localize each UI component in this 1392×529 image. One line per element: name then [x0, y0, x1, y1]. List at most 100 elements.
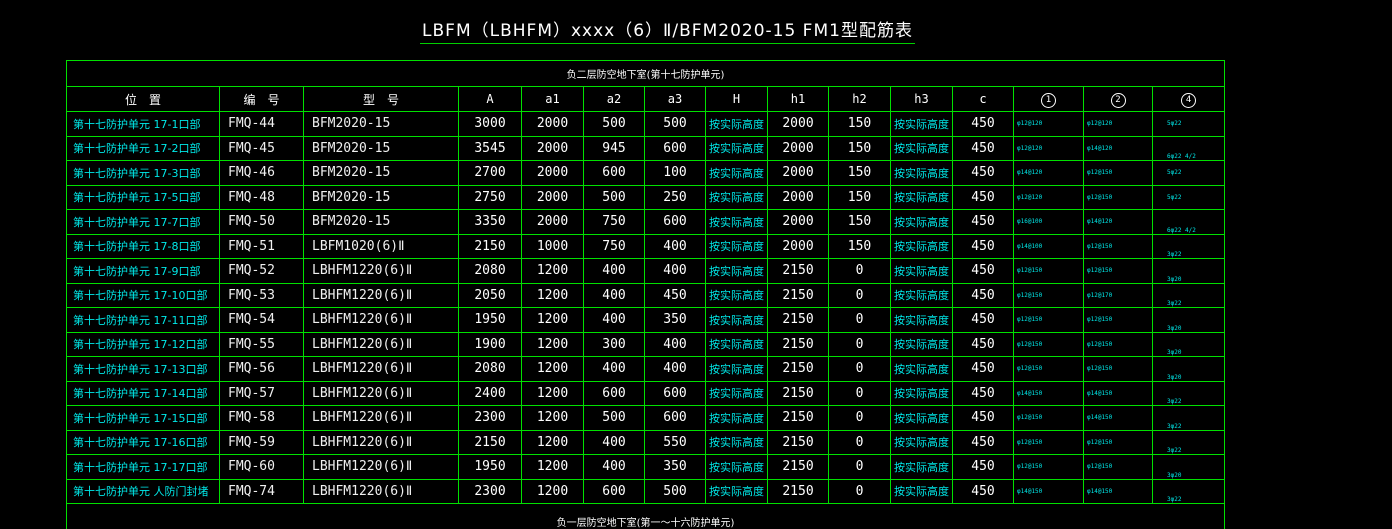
code-cell: FMQ-54 — [220, 308, 304, 333]
h1-cell: 2150 — [768, 455, 829, 480]
a3-cell: 250 — [645, 185, 706, 210]
rebar-2-cell: φ12@150 — [1084, 308, 1153, 333]
rebar-2-cell: φ12@150 — [1084, 455, 1153, 480]
rebar-2-cell: φ12@150 — [1084, 234, 1153, 259]
a-cell: 3350 — [459, 210, 522, 235]
position-cell: 第十七防护单元 17-16口部 — [67, 430, 220, 455]
rebar-4-cell: 3φ22 — [1153, 406, 1225, 431]
section-header-bottom: 负一层防空地下室(第一～十六防护单元) — [67, 504, 1225, 529]
h1-cell: 2000 — [768, 185, 829, 210]
code-cell: FMQ-46 — [220, 161, 304, 186]
table-row: 第十七防护单元 17-14口部FMQ-57LBHFM1220(6)Ⅱ240012… — [67, 381, 1225, 406]
rebar-4-cell: 3φ20 — [1153, 308, 1225, 333]
table-row: 第十七防护单元 17-13口部FMQ-56LBHFM1220(6)Ⅱ208012… — [67, 357, 1225, 382]
h-cell: 按实际高度 — [706, 234, 768, 259]
a-cell: 2150 — [459, 430, 522, 455]
a2-cell: 600 — [584, 161, 645, 186]
h3-cell: 按实际高度 — [891, 136, 953, 161]
table-row: 第十七防护单元 17-12口部FMQ-55LBHFM1220(6)Ⅱ190012… — [67, 332, 1225, 357]
a2-cell: 750 — [584, 234, 645, 259]
c-cell: 450 — [953, 357, 1014, 382]
header-a2: a2 — [584, 87, 645, 112]
h2-cell: 150 — [829, 234, 891, 259]
rebar-2-cell: φ14@120 — [1084, 136, 1153, 161]
position-cell: 第十七防护单元 17-5口部 — [67, 185, 220, 210]
a3-cell: 500 — [645, 112, 706, 137]
c-cell: 450 — [953, 455, 1014, 480]
a1-cell: 1200 — [522, 259, 584, 284]
c-cell: 450 — [953, 332, 1014, 357]
c-cell: 450 — [953, 406, 1014, 431]
a2-cell: 600 — [584, 479, 645, 504]
a1-cell: 2000 — [522, 136, 584, 161]
code-cell: FMQ-60 — [220, 455, 304, 480]
h1-cell: 2150 — [768, 430, 829, 455]
h3-cell: 按实际高度 — [891, 161, 953, 186]
a3-cell: 600 — [645, 136, 706, 161]
h2-cell: 0 — [829, 283, 891, 308]
a1-cell: 2000 — [522, 112, 584, 137]
rebar-2-cell: φ12@150 — [1084, 259, 1153, 284]
model-cell: LBHFM1220(6)Ⅱ — [304, 332, 459, 357]
code-cell: FMQ-50 — [220, 210, 304, 235]
rebar-1-cell: φ12@150 — [1014, 259, 1084, 284]
code-cell: FMQ-58 — [220, 406, 304, 431]
h3-cell: 按实际高度 — [891, 185, 953, 210]
rebar-schedule-table: 负二层防空地下室(第十七防护单元) 位 置 编 号 型 号 A a1 a2 a3… — [66, 60, 1225, 529]
h-cell: 按实际高度 — [706, 332, 768, 357]
h3-cell: 按实际高度 — [891, 332, 953, 357]
table-row: 第十七防护单元 17-3口部FMQ-46BFM2020-152700200060… — [67, 161, 1225, 186]
rebar-2-cell: φ12@170 — [1084, 283, 1153, 308]
h3-cell: 按实际高度 — [891, 308, 953, 333]
h1-cell: 2000 — [768, 136, 829, 161]
model-cell: BFM2020-15 — [304, 210, 459, 235]
code-cell: FMQ-55 — [220, 332, 304, 357]
model-cell: LBHFM1220(6)Ⅱ — [304, 308, 459, 333]
rebar-2-cell: φ12@150 — [1084, 357, 1153, 382]
column-header-row: 位 置 编 号 型 号 A a1 a2 a3 H h1 h2 h3 c 1 2 … — [67, 87, 1225, 112]
header-a1: a1 — [522, 87, 584, 112]
h2-cell: 0 — [829, 357, 891, 382]
c-cell: 450 — [953, 479, 1014, 504]
position-cell: 第十七防护单元 17-17口部 — [67, 455, 220, 480]
a3-cell: 600 — [645, 406, 706, 431]
model-cell: LBFM1020(6)Ⅱ — [304, 234, 459, 259]
h1-cell: 2150 — [768, 259, 829, 284]
a1-cell: 1200 — [522, 430, 584, 455]
rebar-2-cell: φ14@150 — [1084, 479, 1153, 504]
h1-cell: 2000 — [768, 210, 829, 235]
model-cell: LBHFM1220(6)Ⅱ — [304, 283, 459, 308]
a2-cell: 750 — [584, 210, 645, 235]
table-row: 第十七防护单元 17-11口部FMQ-54LBHFM1220(6)Ⅱ195012… — [67, 308, 1225, 333]
a1-cell: 1200 — [522, 332, 584, 357]
h-cell: 按实际高度 — [706, 308, 768, 333]
h-cell: 按实际高度 — [706, 381, 768, 406]
code-cell: FMQ-59 — [220, 430, 304, 455]
a3-cell: 400 — [645, 234, 706, 259]
h1-cell: 2150 — [768, 406, 829, 431]
position-cell: 第十七防护单元 17-8口部 — [67, 234, 220, 259]
table-row: 第十七防护单元 17-10口部FMQ-53LBHFM1220(6)Ⅱ205012… — [67, 283, 1225, 308]
h3-cell: 按实际高度 — [891, 479, 953, 504]
header-c: c — [953, 87, 1014, 112]
a3-cell: 400 — [645, 332, 706, 357]
header-H: H — [706, 87, 768, 112]
h1-cell: 2000 — [768, 161, 829, 186]
rebar-1-cell: φ12@120 — [1014, 185, 1084, 210]
h-cell: 按实际高度 — [706, 259, 768, 284]
a3-cell: 350 — [645, 308, 706, 333]
rebar-4-cell: 3φ22 — [1153, 479, 1225, 504]
table-row: 第十七防护单元 17-17口部FMQ-60LBHFM1220(6)Ⅱ195012… — [67, 455, 1225, 480]
code-cell: FMQ-57 — [220, 381, 304, 406]
position-cell: 第十七防护单元 17-12口部 — [67, 332, 220, 357]
h3-cell: 按实际高度 — [891, 357, 953, 382]
rebar-4-cell: 3φ22 — [1153, 381, 1225, 406]
h2-cell: 0 — [829, 259, 891, 284]
rebar-4-cell: 5φ22 — [1153, 112, 1225, 137]
table-row: 第十七防护单元 17-1口部FMQ-44BFM2020-153000200050… — [67, 112, 1225, 137]
a-cell: 2400 — [459, 381, 522, 406]
position-cell: 第十七防护单元 17-15口部 — [67, 406, 220, 431]
a3-cell: 350 — [645, 455, 706, 480]
a-cell: 2300 — [459, 479, 522, 504]
position-cell: 第十七防护单元 17-10口部 — [67, 283, 220, 308]
